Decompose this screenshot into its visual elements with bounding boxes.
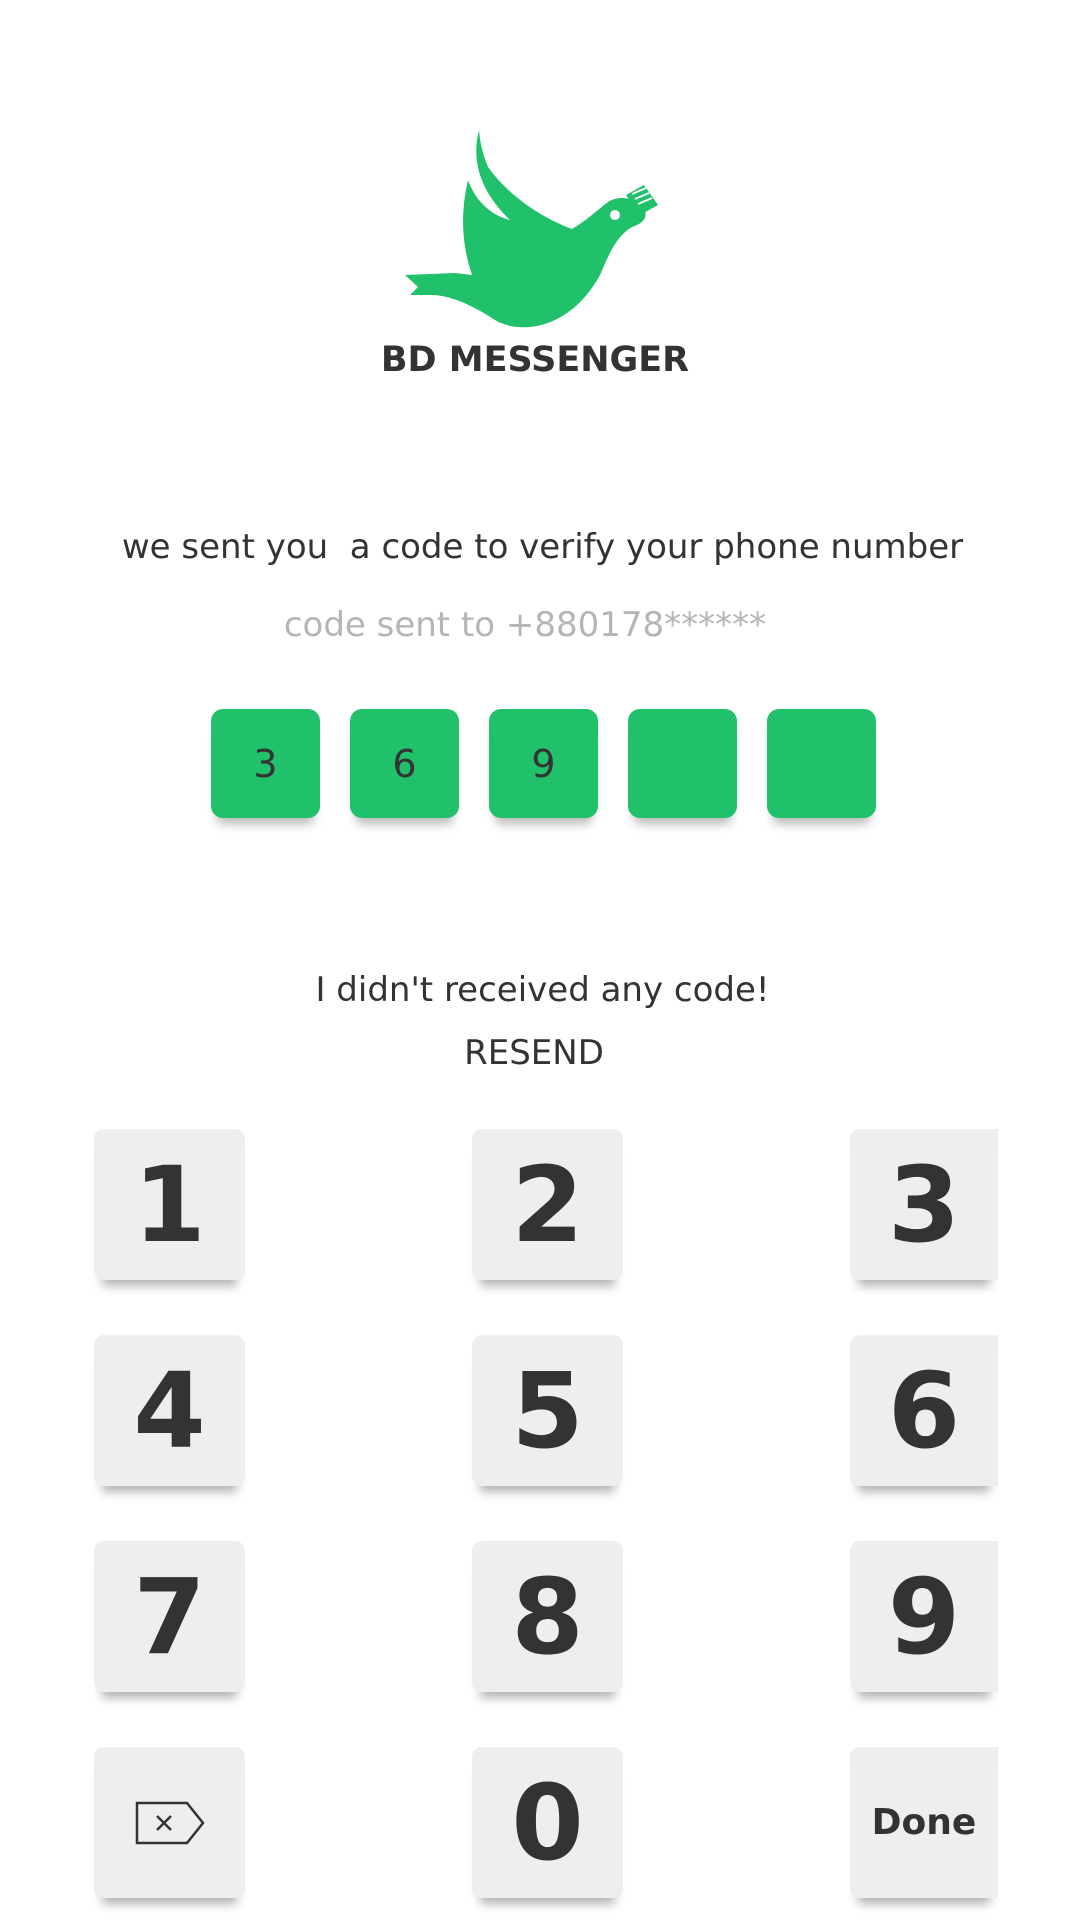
resend-button[interactable]: RESEND (0, 1033, 1068, 1073)
key-3[interactable]: 3 (850, 1129, 998, 1280)
no-code-prompt: I didn't received any code! (315, 970, 770, 1010)
verification-screen: BD MESSENGER we sent you a code to verif… (0, 0, 1080, 1920)
otp-digit-3[interactable]: 9 (489, 709, 598, 818)
dove-logo-icon (405, 130, 658, 328)
key-5[interactable]: 5 (472, 1335, 623, 1486)
verification-message: we sent you a code to verify your phone … (121, 527, 964, 567)
key-1[interactable]: 1 (94, 1129, 245, 1280)
backspace-icon (135, 1801, 205, 1844)
key-7[interactable]: 7 (94, 1541, 245, 1692)
key-4[interactable]: 4 (94, 1335, 245, 1486)
key-0[interactable]: 0 (472, 1747, 623, 1898)
key-8[interactable]: 8 (472, 1541, 623, 1692)
otp-digit-4[interactable] (628, 709, 737, 818)
app-title: BD MESSENGER (380, 340, 690, 380)
key-6[interactable]: 6 (850, 1335, 998, 1486)
otp-digit-2[interactable]: 6 (350, 709, 459, 818)
otp-digit-1[interactable]: 3 (211, 709, 320, 818)
done-button[interactable]: Done (850, 1747, 998, 1898)
otp-code-boxes: 3 6 9 (211, 709, 876, 819)
backspace-button[interactable] (94, 1747, 245, 1898)
key-2[interactable]: 2 (472, 1129, 623, 1280)
code-sent-to-text: code sent to +880178****** (283, 605, 767, 645)
key-9[interactable]: 9 (850, 1541, 998, 1692)
otp-digit-5[interactable] (767, 709, 876, 818)
